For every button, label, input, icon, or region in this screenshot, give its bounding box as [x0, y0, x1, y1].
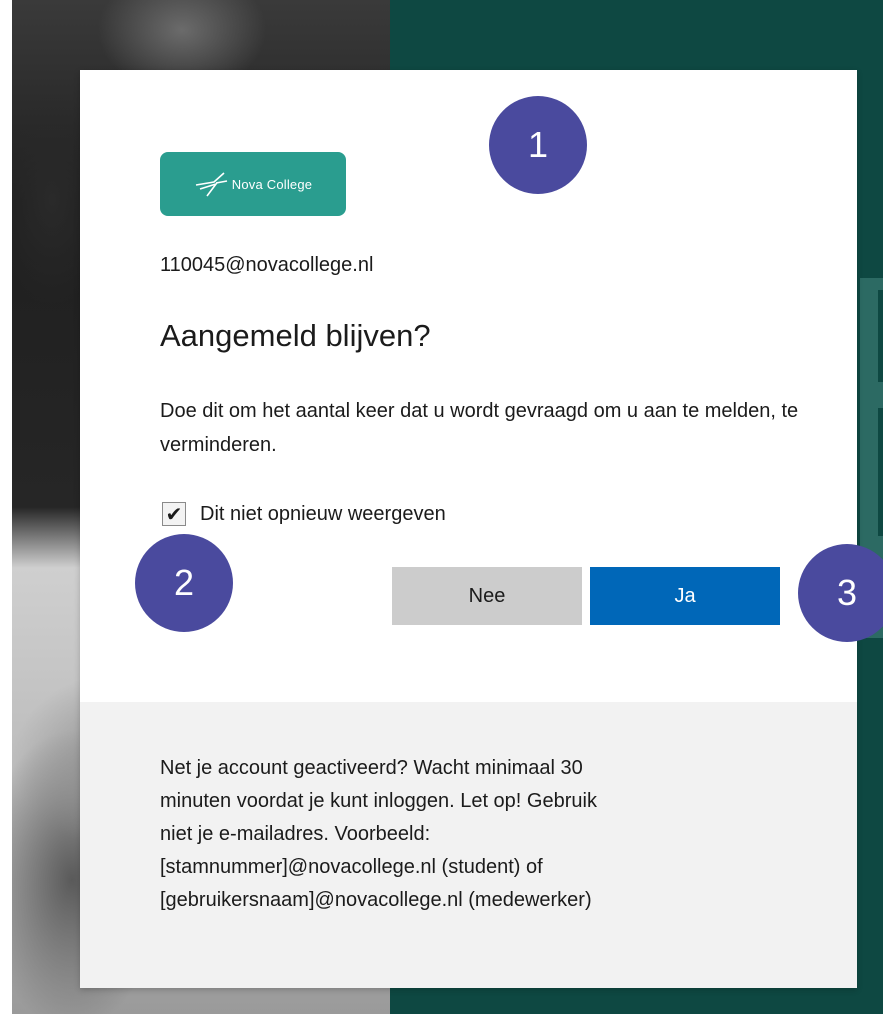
footer-line: [stamnummer]@novacollege.nl (student) of — [160, 856, 543, 878]
logo-brand-name: Nova College — [231, 176, 313, 192]
checkbox-label: Dit niet opnieuw weergeven — [200, 502, 446, 525]
signin-dialog: Nova College 110045@novacollege.nl Aange… — [80, 70, 857, 988]
dont-show-again-checkbox[interactable]: ✔ — [162, 502, 186, 526]
background-strip-gap — [878, 408, 883, 536]
dialog-footer: Net je account geactiveerd? Wacht minima… — [80, 702, 857, 988]
footer-text: Net je account geactiveerd? Wacht minima… — [160, 752, 780, 917]
yes-button[interactable]: Ja — [590, 567, 780, 625]
dialog-title: Aangemeld blijven? — [160, 318, 431, 353]
no-button[interactable]: Nee — [392, 567, 582, 625]
nova-arrow-icon — [195, 172, 227, 197]
dialog-description: Doe dit om het aantal keer dat u wordt g… — [160, 400, 799, 456]
page: Nova College 110045@novacollege.nl Aange… — [0, 0, 883, 1014]
account-email: 110045@novacollege.nl — [160, 254, 374, 276]
annotation-marker-2: 2 — [135, 534, 233, 632]
background-strip-gap — [878, 290, 883, 382]
footer-line: minuten voordat je kunt inloggen. Let op… — [160, 790, 597, 812]
annotation-marker-1: 1 — [489, 96, 587, 194]
footer-line: niet je e-mailadres. Voorbeeld: — [160, 823, 431, 845]
dont-show-again-row[interactable]: ✔ Dit niet opnieuw weergeven — [162, 502, 446, 526]
check-icon: ✔ — [165, 502, 183, 526]
nova-college-logo: Nova College — [160, 152, 346, 216]
footer-line: Net je account geactiveerd? Wacht minima… — [160, 757, 583, 779]
footer-line: [gebruikersnaam]@novacollege.nl (medewer… — [160, 889, 592, 911]
